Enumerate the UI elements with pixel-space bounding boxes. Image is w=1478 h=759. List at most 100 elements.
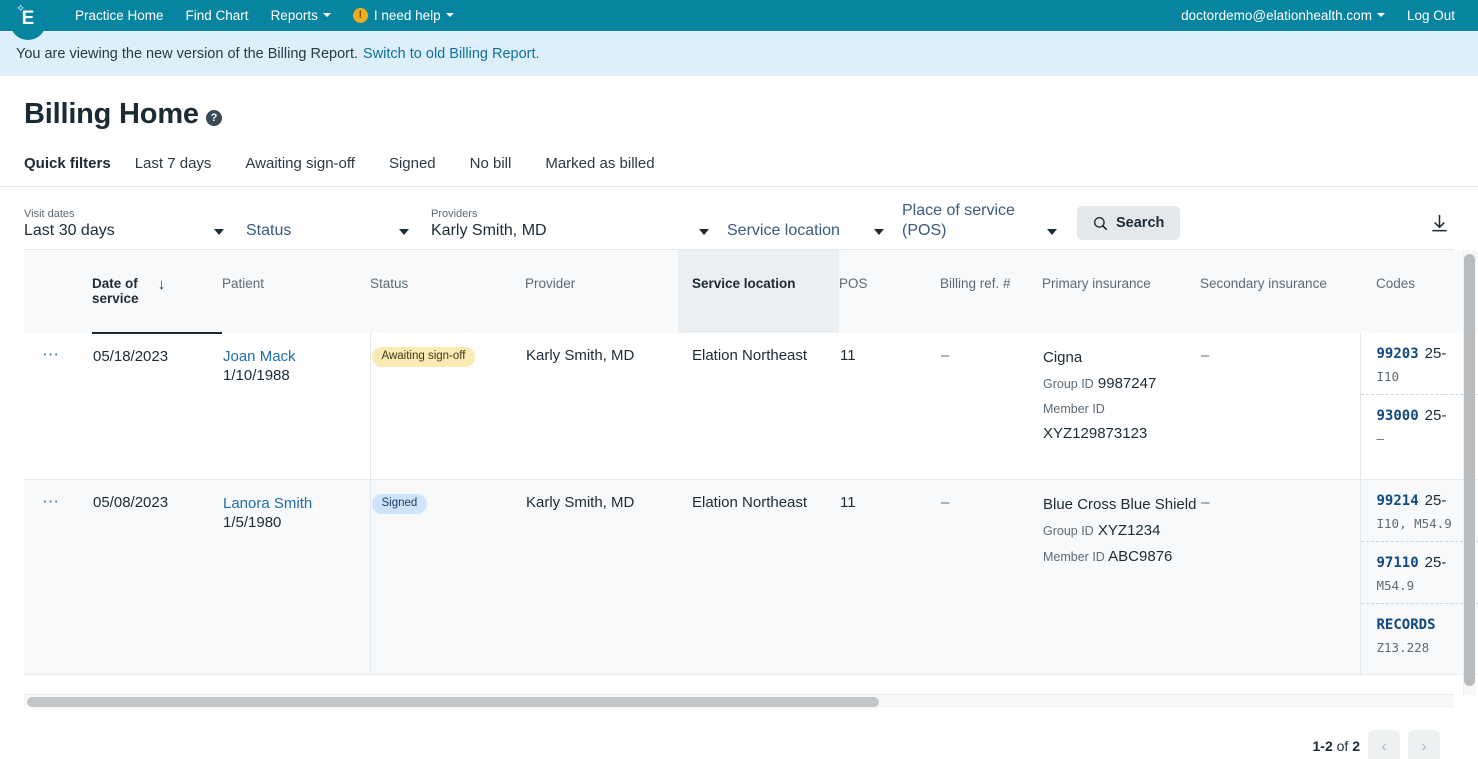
- logout-button[interactable]: Log Out: [1396, 0, 1466, 31]
- cell-date-of-service: 05/18/2023: [92, 333, 222, 480]
- elation-e-logo-icon[interactable]: ✧ E: [10, 0, 46, 40]
- filter-label: Providers: [431, 208, 478, 220]
- chevron-down-icon: [322, 13, 331, 18]
- cpt-code[interactable]: 93000: [1377, 408, 1419, 424]
- quick-filter-marked-as-billed[interactable]: Marked as billed: [528, 155, 671, 172]
- filter-status[interactable]: Status: [224, 221, 399, 241]
- previous-page-button[interactable]: ‹: [1368, 730, 1400, 759]
- filter-placeholder: Place of service (POS): [902, 202, 1015, 239]
- search-button-label: Search: [1116, 215, 1165, 231]
- cpt-code[interactable]: RECORDS: [1377, 617, 1436, 633]
- row-actions-button[interactable]: ⋯: [24, 333, 92, 480]
- download-icon: [1432, 214, 1447, 232]
- chevron-down-icon[interactable]: [214, 229, 224, 235]
- th-service-location[interactable]: Service location: [678, 250, 839, 333]
- arrow-down-icon[interactable]: ↓: [158, 276, 166, 293]
- insurance-member-id: Member ID XYZ129873123: [1043, 399, 1199, 444]
- cell-codes: 99203 25- I10 93000 25- –: [1359, 333, 1478, 480]
- th-billing-ref[interactable]: Billing ref. #: [940, 250, 1042, 333]
- cell-pos: 11: [839, 479, 940, 675]
- banner-text: You are viewing the new version of the B…: [16, 45, 359, 62]
- insurance-member-id: Member ID ABC9876: [1043, 546, 1199, 568]
- next-page-button[interactable]: ›: [1408, 730, 1440, 759]
- filter-visit-dates[interactable]: Visit dates Last 30 days: [24, 207, 214, 241]
- quick-filter-awaiting-sign-off[interactable]: Awaiting sign-off: [228, 155, 372, 172]
- insurance-group-id: Group ID 9987247: [1043, 373, 1199, 395]
- cpt-code[interactable]: 99214: [1377, 493, 1419, 509]
- cell-primary-insurance: Blue Cross Blue Shield Group ID XYZ1234 …: [1042, 479, 1200, 675]
- th-date-of-service[interactable]: Date of service ↓: [92, 250, 222, 334]
- code-entry: 99214 25- I10, M54.9: [1361, 480, 1478, 541]
- horizontal-scrollbar-track[interactable]: [24, 694, 1454, 708]
- th-provider[interactable]: Provider: [525, 250, 678, 333]
- filter-placeholder: Status: [246, 222, 292, 239]
- cell-patient: Lanora Smith 1/5/1980: [222, 479, 371, 675]
- quick-filter-last-7-days[interactable]: Last 7 days: [135, 155, 229, 172]
- cell-provider: Karly Smith, MD: [525, 479, 678, 675]
- cell-pos: 11: [839, 333, 940, 480]
- code-entry: 97110 25- M54.9: [1360, 540, 1478, 603]
- switch-to-old-billing-report-link[interactable]: Switch to old Billing Report.: [363, 46, 540, 62]
- cell-primary-insurance: Cigna Group ID 9987247 Member ID XYZ1298…: [1042, 333, 1200, 480]
- filter-service-location[interactable]: Service location: [709, 221, 874, 241]
- chevron-right-icon: ›: [1421, 737, 1427, 755]
- th-status[interactable]: Status: [370, 250, 525, 333]
- filter-providers[interactable]: Providers Karly Smith, MD: [409, 207, 699, 241]
- nav-item-label: I need help: [373, 8, 441, 23]
- chevron-down-icon[interactable]: [874, 229, 884, 235]
- vertical-scrollbar-thumb[interactable]: [1464, 254, 1475, 686]
- search-button[interactable]: Search: [1077, 206, 1181, 240]
- filter-placeholder: Service location: [727, 222, 840, 239]
- account-area: doctordemo@elationhealth.com Log Out: [1170, 0, 1478, 31]
- more-actions-icon: ⋯: [42, 345, 60, 364]
- th-codes[interactable]: Codes: [1360, 250, 1478, 333]
- th-patient[interactable]: Patient: [222, 250, 370, 333]
- account-menu[interactable]: doctordemo@elationhealth.com: [1170, 0, 1396, 31]
- chevron-down-icon[interactable]: [699, 229, 709, 235]
- download-button[interactable]: [1429, 213, 1450, 239]
- group-id-value: 9987247: [1097, 375, 1157, 392]
- version-notice-banner: You are viewing the new version of the B…: [0, 31, 1478, 76]
- chevron-down-icon[interactable]: [1047, 229, 1057, 235]
- group-id-label: Group ID: [1043, 523, 1094, 538]
- account-email: doctordemo@elationhealth.com: [1181, 8, 1372, 23]
- cell-billing-ref: –: [940, 479, 1042, 675]
- cpt-code[interactable]: 97110: [1377, 555, 1419, 571]
- nav-item-reports[interactable]: Reports: [260, 0, 342, 31]
- nav-item-find-chart[interactable]: Find Chart: [175, 0, 260, 31]
- patient-dob: 1/5/1980: [223, 513, 282, 531]
- app-logo[interactable]: ✧ E: [0, 0, 52, 40]
- member-id-value: XYZ129873123: [1043, 425, 1148, 442]
- cell-secondary-insurance: –: [1200, 333, 1360, 480]
- nav-item-label: Practice Home: [75, 8, 164, 23]
- chevron-down-icon[interactable]: [399, 229, 409, 235]
- nav-item-practice-home[interactable]: Practice Home: [64, 0, 175, 31]
- row-actions-button[interactable]: ⋯: [24, 479, 92, 675]
- filter-place-of-service[interactable]: Place of service (POS): [884, 201, 1047, 241]
- table-row[interactable]: ⋯ 05/18/2023 Joan Mack 1/10/1988 Awaitin…: [24, 333, 1478, 480]
- pagination-total: 2: [1352, 738, 1360, 754]
- patient-name-link[interactable]: Joan Mack: [223, 347, 369, 366]
- quick-filter-signed[interactable]: Signed: [372, 155, 453, 172]
- cell-service-location: Elation Northeast: [678, 479, 839, 675]
- filter-value: Karly Smith, MD: [431, 222, 547, 239]
- modifier: 25-: [1424, 553, 1447, 571]
- billing-table: Date of service ↓ Patient Status Provide…: [24, 250, 1478, 675]
- th-pos[interactable]: POS: [839, 250, 940, 333]
- horizontal-scrollbar-thumb[interactable]: [27, 697, 879, 707]
- cpt-code[interactable]: 99203: [1377, 346, 1419, 362]
- logo-letter: E: [21, 7, 35, 29]
- table-row[interactable]: ⋯ 05/08/2023 Lanora Smith 1/5/1980 Signe…: [24, 479, 1478, 675]
- th-primary-insurance[interactable]: Primary insurance: [1042, 250, 1200, 333]
- th-secondary-insurance[interactable]: Secondary insurance: [1200, 250, 1360, 333]
- quick-filters-label: Quick filters: [24, 155, 111, 172]
- question-mark-circle-icon[interactable]: ?: [205, 109, 222, 126]
- cell-service-location: Elation Northeast: [678, 333, 839, 480]
- cell-patient: Joan Mack 1/10/1988: [222, 333, 371, 480]
- patient-name-link[interactable]: Lanora Smith: [223, 494, 369, 513]
- quick-filter-no-bill[interactable]: No bill: [453, 155, 529, 172]
- alert-exclamation-icon: !: [352, 7, 368, 23]
- nav-item-i-need-help[interactable]: ! I need help: [342, 0, 465, 31]
- filter-value: Last 30 days: [24, 222, 115, 239]
- cell-secondary-insurance: –: [1200, 479, 1360, 675]
